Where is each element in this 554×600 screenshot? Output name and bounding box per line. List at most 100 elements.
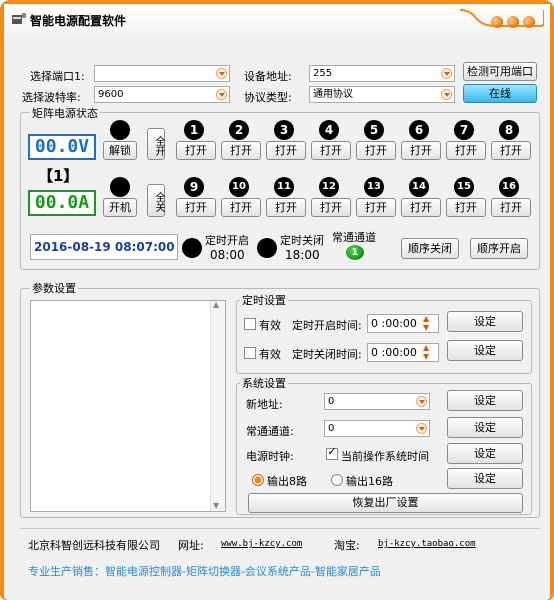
output8-radio[interactable] (252, 474, 264, 486)
chevron-down-icon (416, 423, 427, 434)
online-button[interactable]: 在线 (463, 84, 537, 103)
sequence-off-button[interactable]: 顺序关闭 (401, 238, 459, 259)
params-scrollbar[interactable] (210, 301, 225, 511)
website-link[interactable]: www.bj-kzcy.com (221, 539, 302, 549)
matrix-group-title: 矩阵电源状态 (30, 105, 100, 121)
channel-11-indicator: 11 (274, 177, 294, 197)
output8-label: 输出8路 (267, 475, 307, 488)
channel-2-indicator: 2 (229, 120, 249, 140)
scroll-down-icon[interactable]: ▼ (213, 501, 219, 510)
normal-ch-label: 常通通道: (246, 425, 294, 438)
device-index: 【1】 (38, 167, 79, 185)
title-bar: 智能电源配置软件 (4, 4, 550, 34)
window-title: 智能电源配置软件 (30, 14, 127, 28)
power-status-icon (110, 177, 130, 197)
timer-off-valid-label: 有效 (259, 348, 281, 361)
addr-value: 255 (313, 68, 333, 79)
channel-9-open-button[interactable]: 打开 (176, 198, 216, 217)
port-label: 选择端口1: (30, 70, 85, 83)
on-time-value: 0 :00:00 (371, 317, 417, 330)
app-icon (12, 13, 26, 24)
timer-on-label: 定时开启 (205, 234, 249, 247)
timer-on-status-icon (182, 238, 202, 258)
channel-1-open-button[interactable]: 打开 (176, 141, 216, 160)
timer-off-label: 定时关闭 (280, 234, 324, 247)
taobao-label: 淘宝: (334, 539, 360, 552)
minimize-button[interactable] (491, 16, 503, 28)
timer-on-valid-checkbox[interactable] (244, 318, 256, 330)
channel-5-indicator: 5 (364, 120, 384, 140)
scroll-up-icon[interactable]: ▲ (213, 300, 219, 309)
channel-16-open-button[interactable]: 打开 (491, 198, 531, 217)
on-time-label: 定时开启时间: (292, 319, 362, 332)
check-icon: ✓ (327, 445, 337, 458)
timer-on-time: 08:00 (210, 248, 245, 262)
channel-10-indicator: 10 (229, 177, 249, 197)
normal-ch-set-button[interactable]: 设定 (447, 417, 523, 438)
baud-select[interactable]: 9600 (94, 86, 230, 103)
addr-select[interactable]: 255 (309, 65, 455, 82)
new-addr-set-button[interactable]: 设定 (447, 390, 523, 411)
factory-reset-button[interactable]: 恢复出厂设置 (248, 493, 523, 513)
channel-11-open-button[interactable]: 打开 (266, 198, 306, 217)
proto-value: 通用协议 (313, 89, 353, 100)
params-group-title: 参数设置 (30, 280, 78, 296)
unlock-button[interactable]: 解锁 (103, 141, 137, 160)
normal-channel-label: 常通通道 (332, 231, 376, 244)
chevron-down-icon (441, 68, 452, 79)
channel-5-open-button[interactable]: 打开 (356, 141, 396, 160)
channel-14-open-button[interactable]: 打开 (401, 198, 441, 217)
output16-label: 输出16路 (346, 475, 393, 488)
channel-4-indicator: 4 (319, 120, 339, 140)
normal-ch-value: 0 (328, 423, 335, 434)
channel-9-indicator: 9 (184, 177, 204, 197)
output16-radio[interactable] (331, 474, 343, 486)
channel-8-open-button[interactable]: 打开 (491, 141, 531, 160)
channel-15-open-button[interactable]: 打开 (446, 198, 486, 217)
company-name: 北京科智创远科技有限公司 (28, 539, 160, 552)
channel-3-open-button[interactable]: 打开 (266, 141, 306, 160)
on-time-spin-icon[interactable]: ▲ ▼ (423, 314, 429, 332)
channel-2-open-button[interactable]: 打开 (221, 141, 261, 160)
datetime-text: 2016-08-19 08:07:00 (34, 240, 175, 254)
power-on-button[interactable]: 开机 (103, 198, 137, 217)
clock-set-button[interactable]: 设定 (447, 443, 523, 464)
proto-select[interactable]: 通用协议 (309, 86, 455, 103)
on-time-set-button[interactable]: 设定 (447, 311, 523, 332)
new-addr-select[interactable]: 0 (324, 393, 430, 410)
system-group-title: 系统设置 (240, 375, 288, 391)
detect-port-button[interactable]: 检测可用端口 (463, 62, 537, 81)
close-button[interactable] (523, 16, 535, 28)
timer-on-valid-label: 有效 (259, 319, 281, 332)
off-time-value: 0 :00:00 (371, 346, 417, 359)
channel-6-open-button[interactable]: 打开 (401, 141, 441, 160)
os-time-label: 当前操作系统时间 (341, 450, 429, 463)
all-on-button[interactable]: 全开 (147, 128, 165, 160)
proto-label: 协议类型: (244, 91, 292, 104)
channel-1-indicator: 1 (184, 120, 204, 140)
output-set-button[interactable]: 设定 (447, 468, 523, 489)
maximize-button[interactable] (507, 16, 519, 28)
channel-13-open-button[interactable]: 打开 (356, 198, 396, 217)
off-time-set-button[interactable]: 设定 (447, 340, 523, 361)
footer-divider (20, 528, 540, 529)
off-time-spin-icon[interactable]: ▲ ▼ (423, 343, 429, 361)
sequence-on-button[interactable]: 顺序开启 (470, 238, 528, 259)
voltage-display: 00.0V (28, 134, 96, 160)
chevron-down-icon (216, 89, 227, 100)
port-select[interactable] (94, 65, 230, 82)
normal-ch-select[interactable]: 0 (324, 420, 430, 437)
timer-off-valid-checkbox[interactable] (244, 347, 256, 359)
channel-7-open-button[interactable]: 打开 (446, 141, 486, 160)
channel-4-open-button[interactable]: 打开 (311, 141, 351, 160)
channel-10-open-button[interactable]: 打开 (221, 198, 261, 217)
taobao-link[interactable]: bj-kzcy.taobao.com (378, 539, 476, 549)
channel-3-indicator: 3 (274, 120, 294, 140)
params-list[interactable] (30, 300, 226, 512)
chevron-down-icon (416, 396, 427, 407)
channel-12-open-button[interactable]: 打开 (311, 198, 351, 217)
channel-14-indicator: 14 (409, 177, 429, 197)
timer-off-status-icon (257, 238, 277, 258)
all-off-button[interactable]: 全关 (147, 184, 165, 217)
current-display: 00.0A (28, 190, 96, 216)
